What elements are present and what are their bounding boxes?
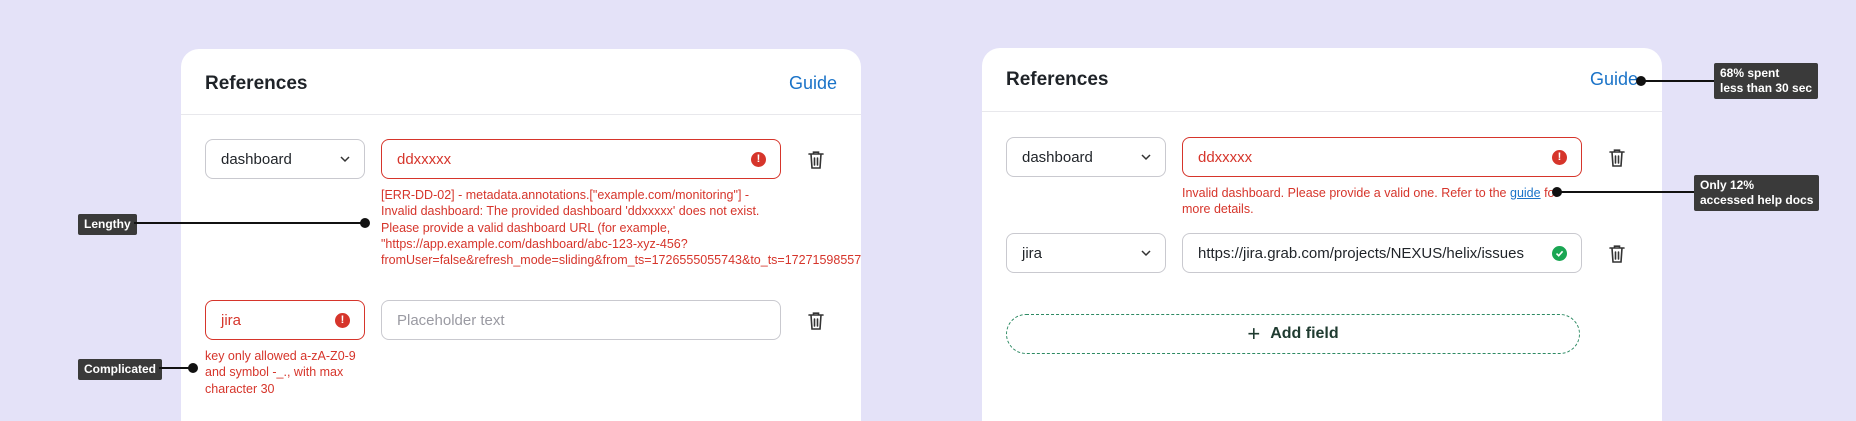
- card-header: References Guide: [181, 49, 861, 115]
- input-placeholder: Placeholder text: [397, 311, 505, 329]
- input-value: jira: [221, 311, 242, 329]
- chevron-down-icon: [340, 156, 350, 163]
- input-value: ddxxxxx: [397, 150, 452, 168]
- references-card-before: References Guide dashboard ddxxxxx ! [ER…: [181, 49, 861, 421]
- annotation-complicated: Complicated: [78, 359, 163, 380]
- guide-link[interactable]: Guide: [1590, 69, 1638, 90]
- reference-type-select[interactable]: jira: [1006, 233, 1166, 273]
- trash-icon[interactable]: [807, 311, 825, 331]
- exclamation-circle-icon: !: [1552, 149, 1567, 165]
- annotation-connector: [1644, 80, 1714, 82]
- trash-icon[interactable]: [1608, 244, 1626, 264]
- exclamation-circle-icon: !: [335, 312, 350, 328]
- check-circle-icon: [1552, 245, 1567, 261]
- references-card-after: References Guide dashboard ddxxxxx ! Inv…: [982, 48, 1662, 421]
- exclamation-circle-icon: !: [751, 151, 766, 167]
- dashboard-url-input[interactable]: ddxxxxx !: [1182, 137, 1582, 177]
- annotation-dot: [188, 363, 198, 373]
- dashboard-error-message: [ERR-DD-02] - metadata.annotations.["exa…: [381, 188, 861, 268]
- select-value: dashboard: [1022, 148, 1093, 166]
- trash-icon[interactable]: [807, 150, 825, 170]
- add-field-button[interactable]: + Add field: [1006, 314, 1580, 354]
- card-title: References: [205, 72, 308, 94]
- reference-type-select[interactable]: dashboard: [205, 139, 365, 179]
- card-header: References Guide: [982, 48, 1662, 112]
- annotation-time-spent: 68% spent less than 30 sec: [1714, 63, 1819, 99]
- guide-link[interactable]: Guide: [789, 73, 837, 94]
- select-value: dashboard: [221, 150, 292, 168]
- input-value: https://jira.grab.com/projects/NEXUS/hel…: [1198, 244, 1524, 262]
- error-text: Invalid dashboard. Please provide a vali…: [1182, 186, 1510, 200]
- card-title: References: [1006, 68, 1109, 90]
- annotation-connector: [1560, 191, 1694, 193]
- add-field-label: Add field: [1270, 325, 1339, 342]
- guide-inline-link[interactable]: guide: [1510, 186, 1541, 200]
- annotation-help-docs: Only 12% accessed help docs: [1694, 175, 1820, 211]
- chevron-down-icon: [1141, 154, 1151, 161]
- jira-url-input[interactable]: https://jira.grab.com/projects/NEXUS/hel…: [1182, 233, 1582, 273]
- annotation-connector: [134, 222, 366, 224]
- plus-icon: +: [1247, 321, 1261, 346]
- chevron-down-icon: [1141, 250, 1151, 257]
- key-error-message: key only allowed a-zA-Z0-9 and symbol -_…: [205, 349, 356, 396]
- reference-key-input[interactable]: jira !: [205, 300, 365, 340]
- trash-icon[interactable]: [1608, 148, 1626, 168]
- reference-type-select[interactable]: dashboard: [1006, 137, 1166, 177]
- dashboard-error-message: Invalid dashboard. Please provide a vali…: [1182, 185, 1582, 218]
- annotation-dot: [360, 218, 370, 228]
- dashboard-url-input[interactable]: ddxxxxx !: [381, 139, 781, 179]
- annotation-lengthy: Lengthy: [78, 214, 137, 235]
- input-value: ddxxxxx: [1198, 148, 1253, 166]
- reference-value-input[interactable]: Placeholder text: [381, 300, 781, 340]
- select-value: jira: [1022, 244, 1043, 262]
